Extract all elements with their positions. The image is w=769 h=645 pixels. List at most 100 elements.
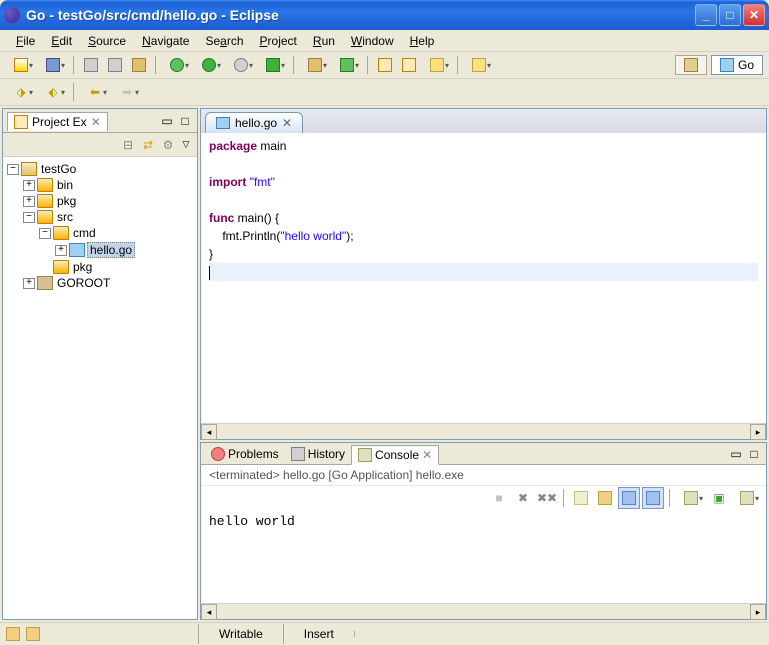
console-horizontal-scrollbar[interactable]: ◂ ▸ <box>201 603 766 619</box>
nav-toolbar: ⬗ ⬖ ⬅ ➡ <box>0 79 769 106</box>
tab-history[interactable]: History <box>285 445 351 463</box>
tab-problems[interactable]: Problems <box>205 445 285 463</box>
eclipse-icon <box>4 7 20 23</box>
open-task-button[interactable] <box>398 54 420 76</box>
tree-folder-pkg[interactable]: + pkg <box>7 193 193 209</box>
terminate-button[interactable]: ■ <box>488 487 510 509</box>
close-x-icon[interactable]: ✕ <box>422 448 432 462</box>
status-icon[interactable] <box>6 627 20 641</box>
menu-file[interactable]: File <box>8 32 43 50</box>
forward-button[interactable]: ➡ <box>112 81 142 103</box>
status-icon[interactable] <box>26 627 40 641</box>
console-icon <box>358 448 372 462</box>
close-x-icon[interactable]: ✕ <box>91 115 101 129</box>
debug-button[interactable] <box>162 54 192 76</box>
perspective-switcher: Go <box>675 55 763 75</box>
status-left-icons <box>0 627 198 641</box>
editor-tab-hello[interactable]: hello.go ✕ <box>205 112 303 133</box>
collapse-all-button[interactable]: ⊟ <box>119 136 137 154</box>
tab-label: Console <box>375 448 419 462</box>
new-console-button[interactable] <box>732 487 762 509</box>
cursor-line <box>209 263 758 281</box>
save-all-button[interactable] <box>80 54 102 76</box>
build-button[interactable] <box>128 54 150 76</box>
open-perspective-button[interactable] <box>675 55 707 75</box>
pin-console-button[interactable] <box>642 487 664 509</box>
minimize-view-button[interactable]: ▭ <box>728 446 744 462</box>
tree-file-hello[interactable]: + hello.go <box>7 241 193 259</box>
expand-toggle <box>39 262 51 273</box>
expand-toggle[interactable]: + <box>23 196 35 207</box>
window-controls: _ □ ✕ <box>695 4 765 26</box>
menu-project[interactable]: Project <box>252 32 305 50</box>
close-button[interactable]: ✕ <box>743 4 765 26</box>
scroll-left-button[interactable]: ◂ <box>201 604 217 620</box>
expand-toggle[interactable]: − <box>39 228 51 239</box>
tree-folder-cmd[interactable]: − cmd <box>7 225 193 241</box>
tree-project-testgo[interactable]: − testGo <box>7 161 193 177</box>
show-console-button[interactable] <box>618 487 640 509</box>
go-perspective-button[interactable]: Go <box>711 55 763 75</box>
display-console-button[interactable] <box>676 487 706 509</box>
search-button[interactable] <box>422 54 452 76</box>
status-insert: Insert <box>283 624 354 644</box>
tab-console[interactable]: Console ✕ <box>351 445 439 465</box>
new-type-button[interactable] <box>332 54 362 76</box>
maximize-view-button[interactable]: □ <box>746 446 762 462</box>
go-file-icon <box>69 243 85 257</box>
tree-label: pkg <box>71 260 94 274</box>
scroll-right-button[interactable]: ▸ <box>750 424 766 440</box>
run-last-button[interactable] <box>226 54 256 76</box>
project-explorer-tab[interactable]: Project Ex ✕ <box>7 112 108 131</box>
remove-launch-button[interactable]: ✖ <box>512 487 534 509</box>
minimize-view-button[interactable]: ▭ <box>159 113 175 129</box>
print-button[interactable] <box>104 54 126 76</box>
minimize-button[interactable]: _ <box>695 4 717 26</box>
scroll-left-button[interactable]: ◂ <box>201 424 217 440</box>
tree-folder-src[interactable]: − src <box>7 209 193 225</box>
code-editor[interactable]: package main import "fmt" func main() { … <box>201 133 766 423</box>
tree-folder-src-pkg[interactable]: pkg <box>7 259 193 275</box>
project-icon <box>21 162 37 176</box>
menu-help[interactable]: Help <box>402 32 443 50</box>
remove-all-button[interactable]: ✖✖ <box>536 487 558 509</box>
tree-folder-bin[interactable]: + bin <box>7 177 193 193</box>
editor-horizontal-scrollbar[interactable]: ◂ ▸ <box>201 423 766 439</box>
annotation-button[interactable] <box>464 54 494 76</box>
close-tab-icon[interactable]: ✕ <box>282 116 292 130</box>
window-title: Go - testGo/src/cmd/hello.go - Eclipse <box>26 7 695 23</box>
ext-tools-button[interactable] <box>258 54 288 76</box>
expand-toggle[interactable]: − <box>7 164 19 175</box>
clear-console-button[interactable] <box>570 487 592 509</box>
menu-edit[interactable]: Edit <box>43 32 80 50</box>
next-annotation-button[interactable]: ⬖ <box>38 81 68 103</box>
console-output[interactable]: hello world <box>201 510 766 603</box>
open-console-button[interactable]: ▣ <box>708 487 730 509</box>
menu-source[interactable]: Source <box>80 32 134 50</box>
expand-toggle[interactable]: − <box>23 212 35 223</box>
project-explorer-panel: Project Ex ✕ ▭ □ ⊟ ⇄ ⚙ ▽ − testGo + bin <box>2 108 198 620</box>
run-button[interactable] <box>194 54 224 76</box>
menu-search[interactable]: Search <box>197 32 251 50</box>
open-type-button[interactable] <box>374 54 396 76</box>
expand-toggle[interactable]: + <box>55 245 67 256</box>
scroll-right-button[interactable]: ▸ <box>750 604 766 620</box>
maximize-view-button[interactable]: □ <box>177 113 193 129</box>
tree-goroot[interactable]: + GOROOT <box>7 275 193 291</box>
menu-navigate[interactable]: Navigate <box>134 32 197 50</box>
maximize-button[interactable]: □ <box>719 4 741 26</box>
new-pkg-button[interactable] <box>300 54 330 76</box>
focus-button[interactable]: ⚙ <box>159 136 177 154</box>
expand-toggle[interactable]: + <box>23 278 35 289</box>
save-button[interactable] <box>38 54 68 76</box>
view-menu-button[interactable]: ▽ <box>179 136 193 154</box>
menu-window[interactable]: Window <box>343 32 402 50</box>
project-tree[interactable]: − testGo + bin + pkg − src − <box>3 157 197 619</box>
expand-toggle[interactable]: + <box>23 180 35 191</box>
new-button[interactable] <box>6 54 36 76</box>
scroll-lock-button[interactable] <box>594 487 616 509</box>
prev-annotation-button[interactable]: ⬗ <box>6 81 36 103</box>
link-editor-button[interactable]: ⇄ <box>139 136 157 154</box>
menu-run[interactable]: Run <box>305 32 343 50</box>
back-button[interactable]: ⬅ <box>80 81 110 103</box>
